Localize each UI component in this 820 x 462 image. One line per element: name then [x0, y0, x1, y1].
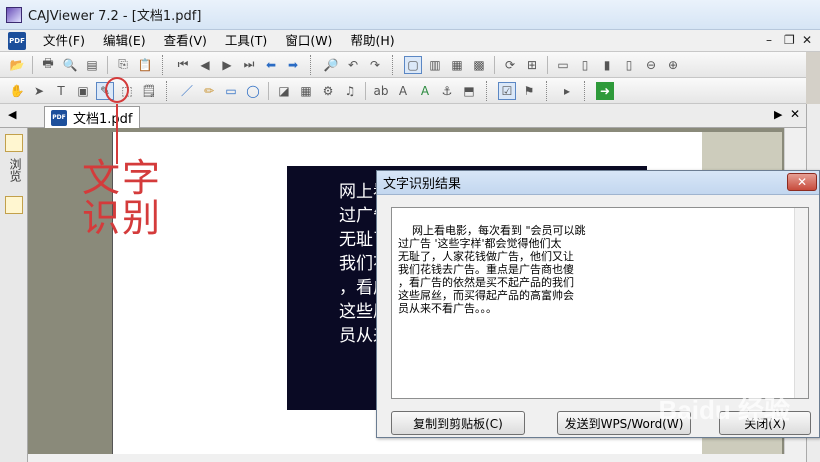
facing-continuous-icon[interactable]: ▩: [470, 56, 488, 74]
tag-icon[interactable]: ⚑: [520, 82, 538, 100]
continuous-icon[interactable]: ▥: [426, 56, 444, 74]
toolbar-separator: [365, 81, 366, 100]
ellipse-tool-icon[interactable]: ◯: [244, 82, 262, 100]
dialog-title: 文字识别结果: [383, 177, 462, 192]
browse-panel-label[interactable]: 浏览: [7, 158, 24, 182]
restore-icon[interactable]: ❐: [784, 33, 795, 47]
image-select-icon[interactable]: ▣: [74, 82, 92, 100]
open-icon[interactable]: 📂: [8, 56, 26, 74]
app-icon: [6, 6, 22, 23]
select-arrow-icon[interactable]: ➤: [30, 82, 48, 100]
find-icon[interactable]: 🔎: [322, 56, 340, 74]
highlight-icon[interactable]: ab: [372, 82, 390, 100]
toolbar-separator: [32, 55, 33, 74]
undo-icon[interactable]: ↶: [344, 56, 362, 74]
pdf-icon: PDF: [51, 109, 67, 126]
fit-width-icon[interactable]: ▮: [598, 56, 616, 74]
zoom-out-icon[interactable]: ⊖: [642, 56, 660, 74]
layout-icon[interactable]: ⊞: [523, 56, 541, 74]
title-bar: CAJViewer 7.2 - [文档1.pdf]: [0, 0, 820, 30]
toolbar-grip[interactable]: [546, 80, 550, 101]
zoom-in-icon[interactable]: ⊕: [664, 56, 682, 74]
line-tool-icon[interactable]: ／: [178, 82, 196, 100]
copy-page-icon[interactable]: ▤: [83, 56, 101, 74]
back-icon[interactable]: ⬅: [262, 56, 280, 74]
ocr-result-textarea[interactable]: 网上看电影，每次看到 "会员可以跳 过广告 '这些字样'都会觉得他们太 无耻了，…: [391, 207, 809, 399]
facing-icon[interactable]: ▦: [448, 56, 466, 74]
last-page-icon[interactable]: ⏭: [240, 56, 258, 74]
pdf-icon: PDF: [8, 31, 26, 50]
print-icon[interactable]: 🖶: [39, 56, 57, 74]
copy-icon[interactable]: ⎘: [114, 56, 132, 74]
dialog-close-icon[interactable]: ✕: [787, 173, 817, 191]
next-page-icon[interactable]: ▶: [218, 56, 236, 74]
menu-window[interactable]: 窗口(W): [276, 30, 341, 52]
underline-icon[interactable]: A: [416, 82, 434, 100]
close-icon[interactable]: ✕: [802, 33, 812, 47]
eraser-icon[interactable]: ◪: [275, 82, 293, 100]
rotate-icon[interactable]: ⟳: [501, 56, 519, 74]
minimize-icon[interactable]: –: [766, 33, 772, 47]
toolbar-grip[interactable]: [310, 54, 314, 75]
browse-panel-icon[interactable]: [5, 134, 23, 152]
note-icon[interactable]: 🗒: [140, 82, 158, 100]
pencil-icon[interactable]: ✏: [200, 82, 218, 100]
menu-help[interactable]: 帮助(H): [341, 30, 403, 52]
menu-file[interactable]: 文件(F): [34, 30, 94, 52]
annotation-text: 文字识别: [82, 156, 163, 240]
menu-view[interactable]: 查看(V): [155, 30, 216, 52]
check-icon[interactable]: ☑: [498, 81, 516, 100]
left-panel: 浏览: [0, 128, 28, 462]
strikeout-icon[interactable]: A: [394, 82, 412, 100]
fit-page-icon[interactable]: ▯: [576, 56, 594, 74]
rectangle-tool-icon[interactable]: ▭: [222, 82, 240, 100]
toolbar-grip[interactable]: [392, 54, 396, 75]
single-page-icon[interactable]: ▢: [404, 55, 422, 74]
toolbar-grip[interactable]: [162, 54, 166, 75]
annotation-panel-icon[interactable]: [5, 196, 23, 214]
textarea-scrollbar[interactable]: [794, 208, 808, 398]
paste-icon[interactable]: 📋: [136, 56, 154, 74]
dialog-title-bar: 文字识别结果: [377, 171, 819, 195]
copy-to-clipboard-button[interactable]: 复制到剪贴板(C): [391, 411, 525, 435]
annotation-arrow: [116, 104, 126, 164]
bookmark-icon[interactable]: ⬒: [460, 82, 478, 100]
redo-icon[interactable]: ↷: [366, 56, 384, 74]
window-title: CAJViewer 7.2 - [文档1.pdf]: [28, 9, 202, 24]
annotation-circle: [105, 77, 129, 103]
ocr-result-text: 网上看电影，每次看到 "会员可以跳 过广告 '这些字样'都会觉得他们太 无耻了，…: [398, 224, 586, 315]
toolbar-grip[interactable]: [166, 80, 170, 101]
menu-tools[interactable]: 工具(T): [216, 30, 276, 52]
export-arrow-icon[interactable]: ➜: [596, 81, 614, 100]
settings-icon[interactable]: ⚙: [319, 82, 337, 100]
tab-close-icon[interactable]: ✕: [790, 107, 800, 121]
tab-scroll-right-icon[interactable]: ▶: [774, 108, 782, 121]
toolbar-separator: [107, 55, 108, 74]
anchor-icon[interactable]: ⚓: [438, 82, 456, 100]
menu-bar: PDF 文件(F) 编辑(E) 查看(V) 工具(T) 窗口(W) 帮助(H) …: [0, 30, 820, 52]
print-preview-icon[interactable]: 🔍: [61, 56, 79, 74]
play-icon[interactable]: ▸: [558, 82, 576, 100]
baidu-watermark: Baidu 经验: [658, 395, 790, 425]
stamp-icon[interactable]: ▦: [297, 82, 315, 100]
toolbar-separator: [494, 55, 495, 74]
standard-toolbar: 📂 🖶 🔍 ▤ ⎘ 📋 ⏮ ◀ ▶ ⏭ ⬅ ➡ 🔎 ↶ ↷ ▢ ▥ ▦ ▩ ⟳ …: [0, 52, 806, 78]
horizontal-scrollbar[interactable]: [28, 454, 806, 462]
toolbar-grip[interactable]: [486, 80, 490, 101]
toolbar-grip[interactable]: [584, 80, 588, 101]
forward-icon[interactable]: ➡: [284, 56, 302, 74]
prev-page-icon[interactable]: ◀: [196, 56, 214, 74]
text-select-icon[interactable]: T: [52, 82, 70, 100]
actual-size-icon[interactable]: ▯: [620, 56, 638, 74]
hand-tool-icon[interactable]: ✋: [8, 82, 26, 100]
first-page-icon[interactable]: ⏮: [174, 56, 192, 74]
toolbar-separator: [268, 81, 269, 100]
tab-scroll-left-icon[interactable]: ◀: [8, 108, 16, 121]
audio-icon[interactable]: ♫: [341, 82, 359, 100]
menu-edit[interactable]: 编辑(E): [94, 30, 155, 52]
toolbar-separator: [547, 55, 548, 74]
fullscreen-icon[interactable]: ▭: [554, 56, 572, 74]
